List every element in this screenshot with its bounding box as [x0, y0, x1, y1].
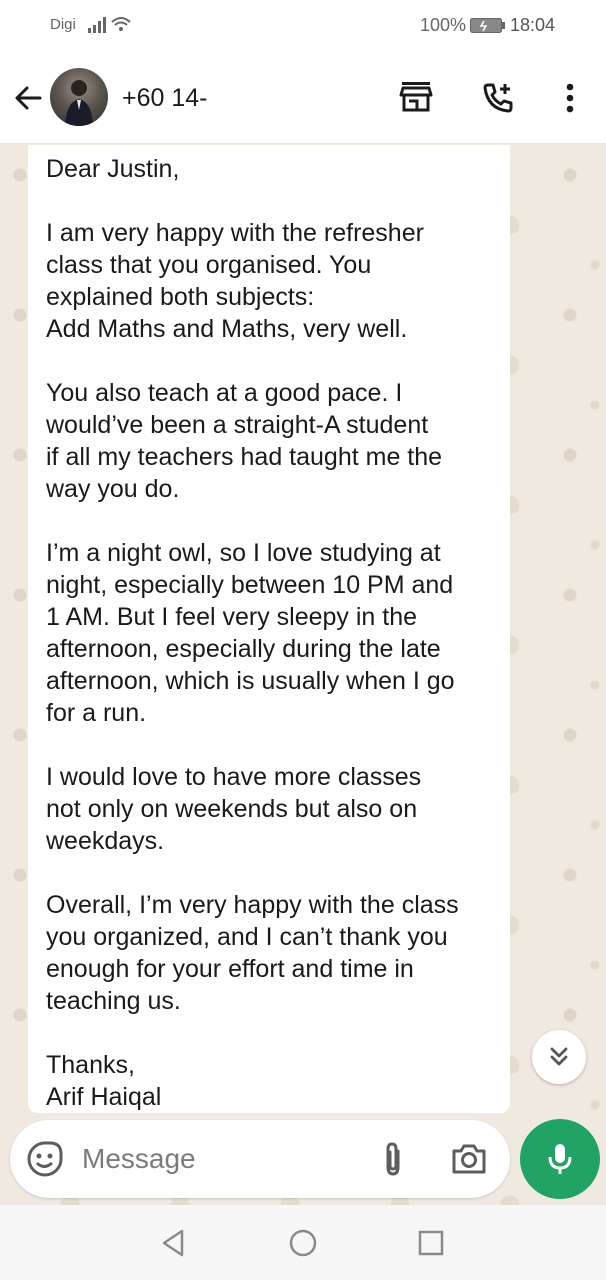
contact-name[interactable]: +60 14- [122, 84, 208, 113]
chat-area[interactable]: Dear Justin, I am very happy with the re… [0, 145, 606, 1205]
attachment-paperclip-icon[interactable] [374, 1140, 412, 1178]
add-call-icon[interactable] [480, 80, 516, 116]
double-chevron-down-icon [550, 1047, 568, 1066]
voice-message-button[interactable] [520, 1119, 600, 1199]
camera-icon[interactable] [450, 1140, 488, 1178]
message-paragraph: Thanks, Arif Haiqal [46, 1051, 162, 1111]
battery-percent: 100% [420, 15, 467, 35]
emoji-sticker-icon[interactable] [26, 1140, 64, 1178]
microphone-icon [548, 1144, 572, 1174]
more-vert-icon[interactable] [552, 80, 588, 116]
message-paragraph: You also teach at a good pace. I would’v… [46, 379, 443, 503]
message-bubble[interactable]: Dear Justin, I am very happy with the re… [28, 145, 510, 1113]
message-input[interactable] [82, 1140, 362, 1178]
system-nav-bar [0, 1205, 606, 1280]
storefront-icon[interactable] [398, 80, 434, 116]
message-paragraph: I would love to have more classes not on… [46, 763, 422, 855]
nav-home-icon[interactable] [287, 1227, 319, 1259]
chat-header: +60 14- [0, 52, 606, 144]
carrier-label: Digi [50, 16, 76, 33]
status-bar: Digi 100% 18:04 [0, 0, 606, 52]
nav-recents-icon[interactable] [415, 1227, 447, 1259]
battery-icon [470, 18, 505, 33]
message-paragraph: I’m a night owl, so I love studying at n… [46, 539, 455, 727]
clock: 18:04 [510, 15, 556, 35]
message-paragraph: I am very happy with the refresher class… [46, 219, 424, 343]
signal-wifi-icon [88, 17, 131, 33]
whatsapp-chat-screen: Digi 100% 18:04 +60 14- Dear Justin, I a… [0, 0, 606, 1280]
message-composer [10, 1120, 510, 1198]
message-paragraph: Dear Justin, [46, 155, 180, 183]
back-arrow-icon[interactable] [10, 80, 46, 116]
nav-back-icon[interactable] [157, 1227, 189, 1259]
scroll-to-bottom-button[interactable] [532, 1030, 586, 1084]
message-paragraph: Overall, I’m very happy with the class y… [46, 891, 459, 1015]
contact-avatar[interactable] [50, 68, 108, 126]
